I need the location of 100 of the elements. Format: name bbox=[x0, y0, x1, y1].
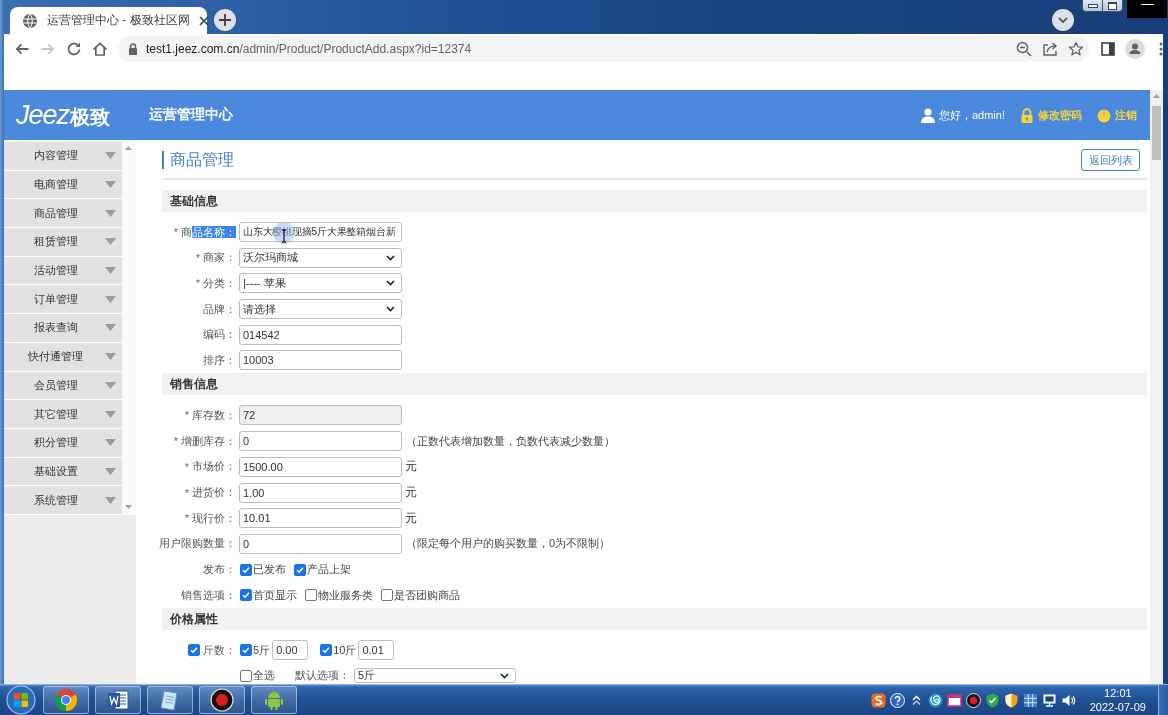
record-icon bbox=[210, 688, 234, 712]
caret-down-icon bbox=[105, 410, 116, 418]
record-icon[interactable] bbox=[965, 692, 981, 708]
checkbox[interactable] bbox=[188, 644, 200, 657]
price-field[interactable]: 0.01 bbox=[358, 640, 395, 661]
field-label: 排序： bbox=[203, 352, 236, 368]
checkbox[interactable] bbox=[240, 669, 252, 682]
grid-icon[interactable] bbox=[1022, 692, 1038, 708]
input-method-icon[interactable] bbox=[870, 692, 886, 708]
app-title: 运营管理中心 bbox=[149, 106, 233, 124]
network-icon[interactable] bbox=[1041, 692, 1057, 708]
required-mark: * bbox=[195, 277, 200, 290]
sidebar-item[interactable]: 基础设置 bbox=[4, 457, 122, 487]
section-header: 销售信息 bbox=[162, 373, 1147, 396]
plus-icon bbox=[219, 14, 231, 26]
maximize-button[interactable] bbox=[1103, 0, 1123, 12]
checkbox[interactable] bbox=[305, 589, 317, 602]
sidebar-item[interactable]: 系统管理 bbox=[4, 486, 122, 515]
hint-text: （正数代表增加数量，负数代表减少数量） bbox=[406, 433, 615, 449]
taskbar-button[interactable] bbox=[147, 686, 193, 714]
checkbox[interactable] bbox=[381, 589, 393, 602]
user-icon bbox=[920, 107, 935, 123]
globe-icon bbox=[22, 12, 38, 29]
avatar-icon[interactable] bbox=[1125, 39, 1145, 59]
sidebar-item[interactable]: 电商管理 bbox=[4, 170, 122, 200]
price-field[interactable]: 0.00 bbox=[272, 640, 309, 661]
sidebar-item[interactable]: 订单管理 bbox=[4, 285, 122, 315]
checkbox[interactable] bbox=[240, 644, 252, 657]
sidebar-item[interactable]: 快付通管理 bbox=[4, 342, 122, 372]
select-field[interactable]: 请选择 bbox=[239, 299, 402, 320]
unit-text: 元 bbox=[405, 509, 417, 527]
help-icon[interactable] bbox=[889, 692, 905, 708]
checkbox[interactable] bbox=[294, 563, 306, 576]
sidebar-item[interactable]: 积分管理 bbox=[4, 428, 122, 458]
checkbox[interactable] bbox=[240, 563, 252, 576]
select-field[interactable]: 沃尔玛商城 bbox=[239, 247, 402, 268]
reload-icon[interactable] bbox=[66, 41, 82, 57]
sidebar-item[interactable]: 会员管理 bbox=[4, 371, 122, 401]
field-label: 编码： bbox=[203, 327, 236, 343]
back-to-list-button[interactable]: 返回列表 bbox=[1081, 149, 1140, 171]
side-panel-icon[interactable] bbox=[1101, 42, 1115, 56]
url-text[interactable]: test1.jeez.com.cn/admin/Product/ProductAdd.aspx?id=12374 bbox=[146, 42, 472, 56]
home-icon[interactable] bbox=[92, 41, 108, 57]
browser-tab[interactable]: 运营管理中心 - 极致社区网 bbox=[10, 7, 207, 34]
caret-down-icon bbox=[105, 353, 116, 361]
sidebar-item[interactable]: 租赁管理 bbox=[4, 228, 122, 257]
tab-list-button[interactable] bbox=[1052, 9, 1074, 31]
speaker-icon[interactable] bbox=[1060, 692, 1076, 708]
sidebar-item[interactable]: 其它管理 bbox=[4, 400, 122, 429]
scrollbar-track[interactable] bbox=[1150, 90, 1163, 684]
required-mark: * bbox=[184, 486, 189, 499]
caret-down-icon bbox=[105, 152, 116, 160]
scrollbar-thumb[interactable] bbox=[1152, 106, 1161, 160]
back-icon[interactable] bbox=[14, 41, 30, 57]
lock-icon bbox=[1020, 107, 1034, 123]
start-button[interactable] bbox=[5, 685, 37, 715]
more-icon[interactable] bbox=[1159, 42, 1163, 56]
text-field[interactable]: 1.00 bbox=[239, 482, 402, 503]
field-label: 分类： bbox=[203, 275, 236, 291]
shield-icon[interactable] bbox=[984, 692, 1000, 708]
window-icon[interactable] bbox=[946, 692, 962, 708]
caret-down-icon bbox=[105, 496, 116, 504]
zoom-out-icon[interactable] bbox=[1016, 41, 1032, 57]
sidebar-item[interactable]: 活动管理 bbox=[4, 256, 122, 286]
text-field[interactable]: 1500.00 bbox=[239, 456, 402, 477]
sidebar-item[interactable]: 报表查询 bbox=[4, 314, 122, 343]
sidebar-item[interactable]: 内容管理 bbox=[4, 142, 122, 171]
checkbox-label: 5斤 bbox=[253, 642, 271, 658]
show-desktop-button[interactable] bbox=[1158, 685, 1168, 715]
chevron-down-icon bbox=[500, 672, 509, 679]
address-bar[interactable]: test1.jeez.com.cn/admin/Product/ProductAdd.aspx?id=12374 bbox=[118, 36, 1089, 62]
checkbox-label: 产品上架 bbox=[307, 562, 351, 578]
power-icon bbox=[1097, 107, 1111, 123]
caret-down-icon bbox=[105, 209, 116, 217]
new-tab-button[interactable] bbox=[214, 9, 236, 31]
select-field[interactable]: 5斤 bbox=[354, 668, 516, 684]
checkbox[interactable] bbox=[240, 589, 252, 602]
caret-down-icon bbox=[105, 181, 116, 189]
text-field[interactable]: 0 bbox=[239, 533, 402, 554]
unit-text: 元 bbox=[405, 484, 417, 501]
star-icon[interactable] bbox=[1068, 41, 1084, 57]
taskbar-button[interactable] bbox=[95, 686, 141, 714]
field-label: 用户限购数量： bbox=[159, 536, 236, 552]
text-field[interactable]: 0 bbox=[239, 431, 402, 452]
select-field[interactable]: |---- 苹果 bbox=[239, 273, 402, 294]
field-label: 市场价： bbox=[192, 459, 236, 475]
document-icon bbox=[106, 688, 130, 712]
text-field[interactable]: 10003 bbox=[239, 350, 402, 371]
share-icon[interactable] bbox=[1042, 41, 1058, 57]
shield-icon[interactable] bbox=[1003, 692, 1019, 708]
taskbar-button[interactable] bbox=[199, 686, 245, 714]
spiral-icon[interactable] bbox=[927, 692, 943, 708]
checkbox[interactable] bbox=[320, 644, 333, 657]
required-mark: * bbox=[173, 435, 178, 448]
close-icon[interactable] bbox=[198, 15, 209, 26]
sidebar-item[interactable]: 商品管理 bbox=[4, 199, 122, 229]
field-label: 现行价： bbox=[192, 510, 236, 526]
minimize-button[interactable] bbox=[1082, 0, 1103, 12]
text-field[interactable]: 014542 bbox=[239, 324, 402, 345]
text-field[interactable]: 10.01 bbox=[239, 508, 402, 529]
